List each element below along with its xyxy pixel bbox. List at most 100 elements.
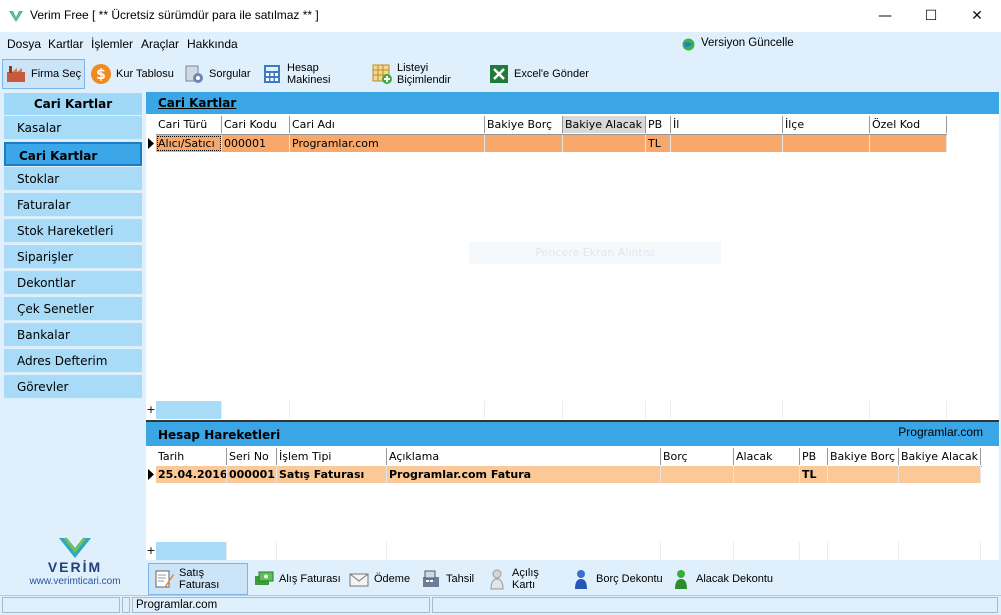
sidebar-item-gorevler[interactable]: Görevler <box>4 375 142 399</box>
odeme-label: Ödeme <box>374 573 411 585</box>
alis-faturasi-label: Alış Faturası <box>279 573 341 585</box>
person-blue-icon <box>575 570 587 589</box>
col-islem-tipi[interactable]: İşlem Tipi <box>277 448 387 465</box>
acilis-karti-button[interactable]: Açılış Kartı <box>486 563 564 595</box>
status-cell-4 <box>432 597 998 613</box>
cell-alacak[interactable] <box>734 466 800 483</box>
sidebar-item-adres-defterim[interactable]: Adres Defterim <box>4 349 142 373</box>
cell-bakiye-alacak[interactable] <box>899 466 981 483</box>
title-bar: Verim Free [ ** Ücretsiz sürümdür para i… <box>0 0 1001 32</box>
cash-register-icon <box>423 570 439 587</box>
col-ilce[interactable]: İlçe <box>783 116 870 133</box>
sidebar-item-siparisler[interactable]: Siparişler <box>4 245 142 269</box>
minimize-button[interactable]: — <box>862 0 908 32</box>
borc-dekontu-button[interactable]: Borç Dekontu <box>570 563 664 595</box>
menu-dosya[interactable]: Dosya <box>7 37 41 51</box>
satis-faturasi-label: Satış Faturası <box>179 567 220 591</box>
version-update-link[interactable]: Versiyon Güncelle <box>701 37 794 49</box>
cell-seri-no[interactable]: 000001 <box>227 466 277 483</box>
acilis-karti-label: Açılış Kartı <box>512 567 539 591</box>
sidebar-item-faturalar[interactable]: Faturalar <box>4 193 142 217</box>
footer-cell <box>387 542 661 560</box>
cell-borc[interactable] <box>661 466 734 483</box>
sidebar-item-stok-hareketleri[interactable]: Stok Hareketleri <box>4 219 142 243</box>
grid-format-icon <box>372 64 392 84</box>
table-row[interactable]: Alıcı/Satıcı 000001 Programlar.com TL <box>156 135 947 152</box>
sorgular-button[interactable]: Sorgular <box>183 59 253 89</box>
col-cari-kodu[interactable]: Cari Kodu <box>222 116 290 133</box>
firma-sec-label: Firma Seç <box>31 68 82 80</box>
menu-araclar[interactable]: Araçlar <box>141 37 179 51</box>
odeme-button[interactable]: Ödeme <box>348 563 414 595</box>
alis-faturasi-button[interactable]: Alış Faturası <box>253 563 343 595</box>
col-borc[interactable]: Borç <box>661 448 734 465</box>
listeyi-bicimlendir-button[interactable]: Listeyi Biçimlendir <box>371 59 483 89</box>
cell-islem-tipi[interactable]: Satış Faturası <box>277 466 387 483</box>
cell-pb[interactable]: TL <box>646 135 671 152</box>
row-indicator-arrow-icon <box>146 466 156 483</box>
sidebar-item-bankalar[interactable]: Bankalar <box>4 323 142 347</box>
factory-icon <box>7 66 25 82</box>
tahsil-label: Tahsil <box>446 573 475 585</box>
cell-cari-adi[interactable]: Programlar.com <box>290 135 485 152</box>
col-tarih[interactable]: Tarih <box>156 448 227 465</box>
sidebar-item-stoklar[interactable]: Stoklar <box>4 167 142 191</box>
cell-cari-turu[interactable]: Alıcı/Satıcı <box>156 135 222 152</box>
footer-cell <box>870 401 947 419</box>
sidebar-item-cek-senetler[interactable]: Çek Senetler <box>4 297 142 321</box>
col-pb[interactable]: PB <box>646 116 671 133</box>
cari-grid-header: Cari Türü Cari Kodu Cari Adı Bakiye Borç… <box>156 116 947 135</box>
col-bakiye-borc[interactable]: Bakiye Borç <box>485 116 563 133</box>
cell-tarih[interactable]: 25.04.2016 <box>156 466 227 483</box>
menu-islemler[interactable]: İşlemler <box>91 37 133 51</box>
add-row-button[interactable]: + <box>146 542 156 560</box>
cell-bakiye-borc[interactable] <box>485 135 563 152</box>
table-row[interactable]: 25.04.2016 000001 Satış Faturası Program… <box>156 466 981 483</box>
col-bakiye-borc[interactable]: Bakiye Borç <box>828 448 899 465</box>
col-il[interactable]: İl <box>671 116 783 133</box>
footer-cell <box>734 542 800 560</box>
menu-hakkinda[interactable]: Hakkında <box>187 37 238 51</box>
firma-sec-button[interactable]: Firma Seç <box>2 59 85 89</box>
cell-ozel-kod[interactable] <box>870 135 947 152</box>
excel-gonder-button[interactable]: Excel'e Gönder <box>488 59 592 89</box>
verim-app-icon <box>9 10 23 22</box>
cell-cari-kodu[interactable]: 000001 <box>222 135 290 152</box>
col-ozel-kod[interactable]: Özel Kod <box>870 116 947 133</box>
kur-tablosu-button[interactable]: $ Kur Tablosu <box>90 59 176 89</box>
cell-bakiye-borc[interactable] <box>828 466 899 483</box>
alacak-dekontu-button[interactable]: Alacak Dekontu <box>670 563 776 595</box>
footer-cell <box>563 401 646 419</box>
footer-cell <box>661 542 734 560</box>
envelope-icon <box>349 573 369 587</box>
globe-icon <box>682 38 695 51</box>
cell-pb[interactable]: TL <box>800 466 828 483</box>
sidebar-item-dekontlar[interactable]: Dekontlar <box>4 271 142 295</box>
maximize-button[interactable]: ☐ <box>908 0 954 32</box>
col-alacak[interactable]: Alacak <box>734 448 800 465</box>
cell-aciklama[interactable]: Programlar.com Fatura <box>387 466 661 483</box>
satis-faturasi-button[interactable]: Satış Faturası <box>148 563 248 595</box>
sidebar-item-cari-kartlar[interactable]: Cari Kartlar <box>4 142 142 166</box>
col-aciklama[interactable]: Açıklama <box>387 448 661 465</box>
cell-ilce[interactable] <box>783 135 870 152</box>
hesap-makinesi-button[interactable]: Hesap Makinesi <box>261 59 365 89</box>
col-seri-no[interactable]: Seri No <box>227 448 277 465</box>
sorgular-label: Sorgular <box>209 68 251 80</box>
hareket-panel-header: Hesap Hareketleri Programlar.com <box>146 422 999 446</box>
col-cari-turu[interactable]: Cari Türü <box>156 116 222 133</box>
col-cari-adi[interactable]: Cari Adı <box>290 116 485 133</box>
cari-grid: Cari Türü Cari Kodu Cari Adı Bakiye Borç… <box>146 114 999 420</box>
col-pb[interactable]: PB <box>800 448 828 465</box>
tahsil-button[interactable]: Tahsil <box>420 563 480 595</box>
sidebar-item-kasalar[interactable]: Kasalar <box>4 116 142 140</box>
add-row-button[interactable]: + <box>146 401 156 419</box>
col-bakiye-alacak[interactable]: Bakiye Alacak <box>563 116 646 133</box>
close-button[interactable]: ✕ <box>954 0 1000 32</box>
cell-bakiye-alacak[interactable] <box>563 135 646 152</box>
cell-il[interactable] <box>671 135 783 152</box>
excel-icon <box>490 65 508 83</box>
menu-kartlar[interactable]: Kartlar <box>48 37 83 51</box>
logo-url[interactable]: www.verimticari.com <box>20 576 130 587</box>
col-bakiye-alacak[interactable]: Bakiye Alacak <box>899 448 981 465</box>
